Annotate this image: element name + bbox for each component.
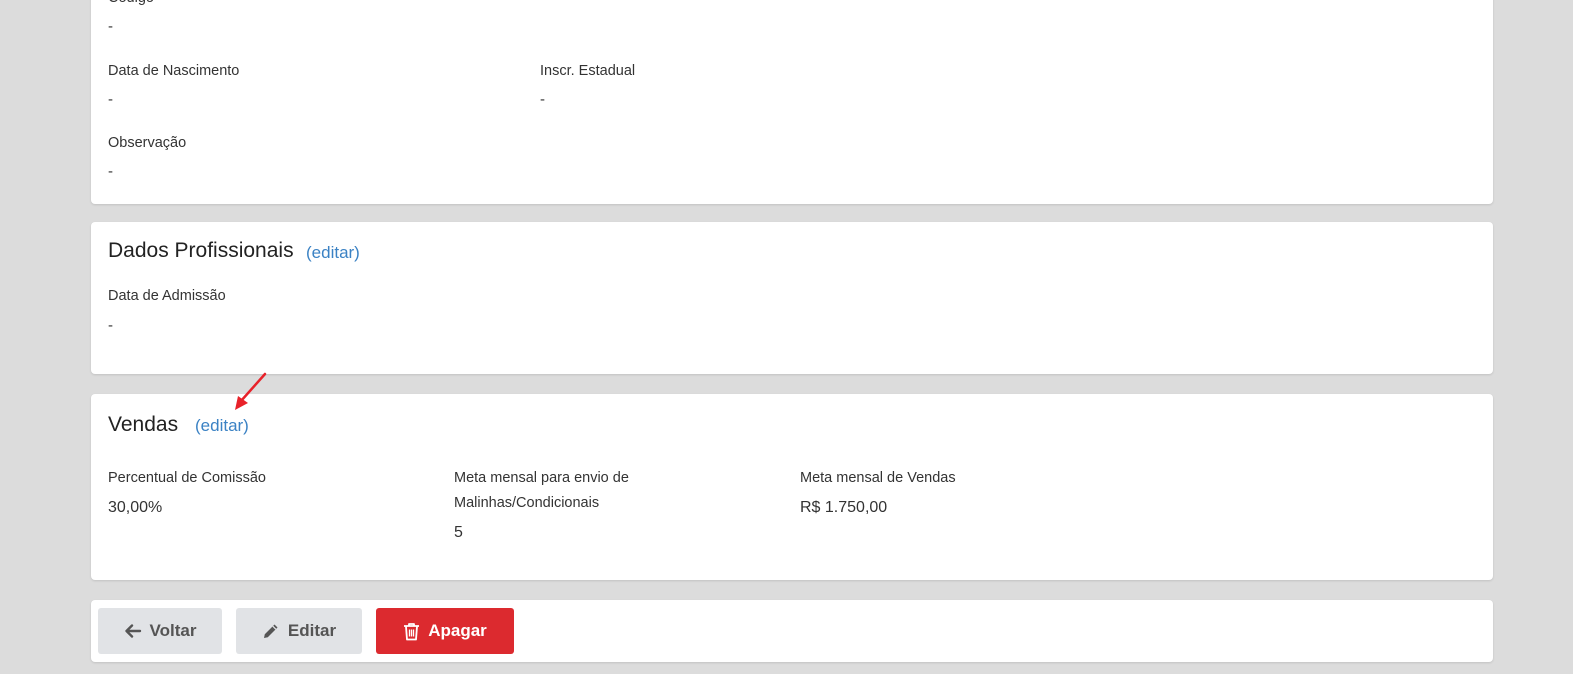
edit-button[interactable]: Editar xyxy=(236,608,362,654)
professional-data-card: Dados Profissionais (editar) Data de Adm… xyxy=(91,222,1493,374)
actions-bar: Voltar Editar Apagar xyxy=(91,600,1493,662)
back-button-label: Voltar xyxy=(149,621,197,640)
nascimento-label: Data de Nascimento xyxy=(108,63,240,79)
inscr-estadual-value: - xyxy=(540,91,545,108)
meta-vendas-value: R$ 1.750,00 xyxy=(800,499,888,516)
red-arrow-annotation-icon xyxy=(235,372,267,410)
meta-malinhas-value: 5 xyxy=(454,524,463,541)
delete-button[interactable]: Apagar xyxy=(376,608,514,654)
codigo-label: Código xyxy=(108,0,154,11)
sales-section-title: Vendas xyxy=(108,413,179,436)
professional-edit-link[interactable]: (editar) xyxy=(306,243,360,263)
meta-malinhas-label-line2: Malinhas/Condicionais xyxy=(454,495,600,511)
observacao-value: - xyxy=(108,163,113,180)
comissao-label: Percentual de Comissão xyxy=(108,470,266,486)
meta-vendas-label: Meta mensal de Vendas xyxy=(800,470,956,486)
codigo-value: - xyxy=(108,18,113,35)
comissao-value: 30,00% xyxy=(108,499,163,516)
admissao-label: Data de Admissão xyxy=(108,288,226,304)
back-button[interactable]: Voltar xyxy=(98,608,222,654)
inscr-estadual-label: Inscr. Estadual xyxy=(540,63,636,79)
edit-button-label: Editar xyxy=(287,621,337,640)
trash-icon xyxy=(403,622,420,641)
professional-section-title: Dados Profissionais xyxy=(108,239,294,262)
meta-malinhas-label-line1: Meta mensal para envio de xyxy=(454,470,629,486)
delete-button-label: Apagar xyxy=(428,621,487,640)
arrow-left-icon xyxy=(124,622,142,640)
sales-edit-link[interactable]: (editar) xyxy=(195,416,249,436)
admissao-value: - xyxy=(108,317,113,334)
pencil-icon xyxy=(262,622,280,640)
nascimento-value: - xyxy=(108,91,113,108)
observacao-label: Observação xyxy=(108,135,187,151)
personal-data-card: Código - Data de Nascimento - Inscr. Est… xyxy=(91,0,1493,204)
sales-card: Vendas (editar) Percentual de Comissão 3… xyxy=(91,394,1493,580)
